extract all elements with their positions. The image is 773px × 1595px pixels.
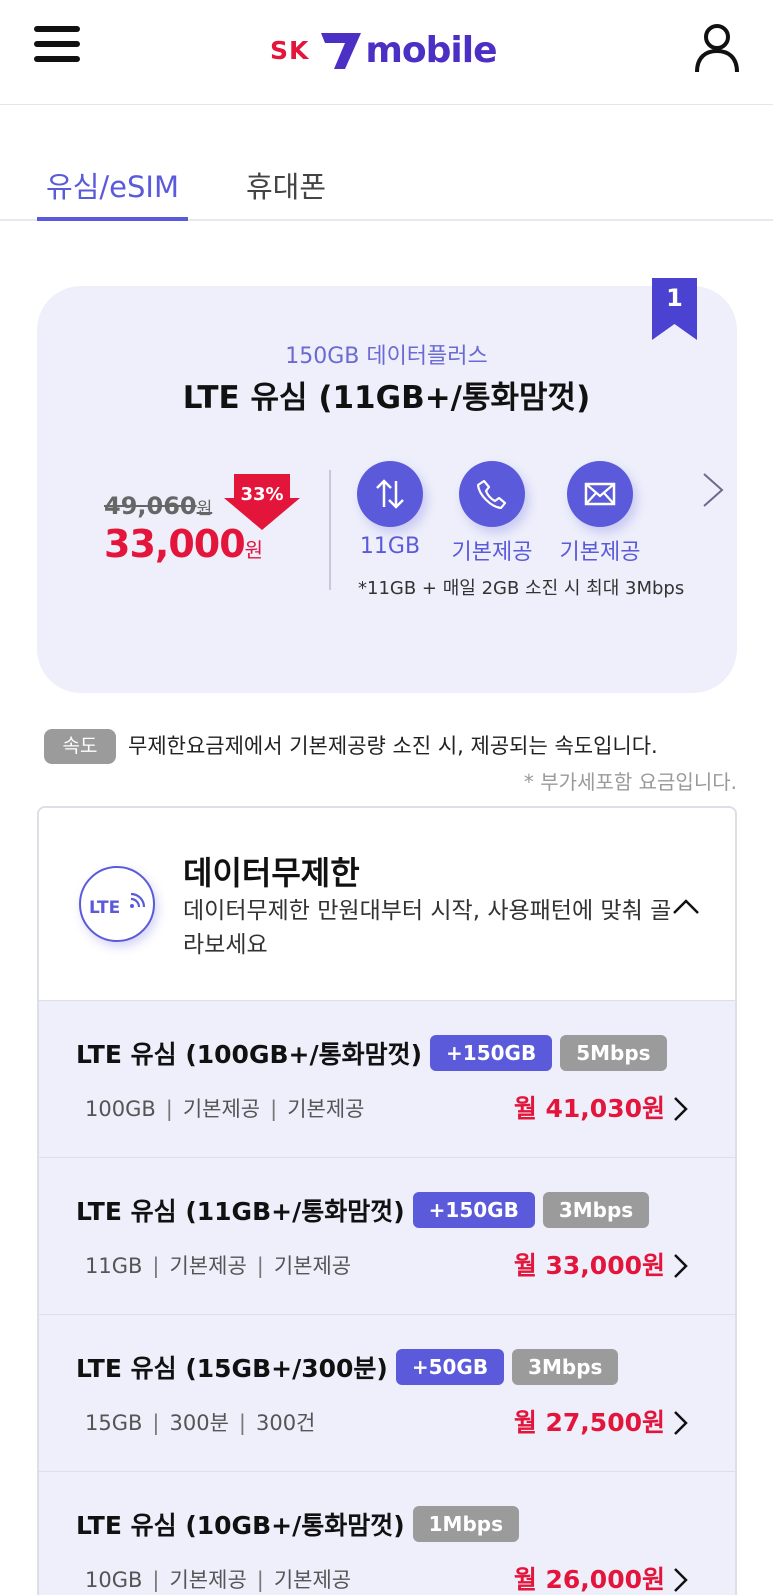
featured-subtitle: 150GB 데이터플러스	[285, 344, 488, 369]
chevron-right-icon[interactable]	[700, 470, 726, 510]
plan-sms: 300건	[255, 1411, 316, 1435]
category-description: 데이터무제한 만원대부터 시작, 사용패턴에 맞춰 골라보세요	[183, 898, 672, 958]
plan-data: 100GB	[85, 1097, 156, 1121]
plan-name: LTE 유심 (10GB+/통화맘껏)	[76, 1511, 405, 1540]
original-price-unit: 원	[196, 499, 213, 519]
plan-name: LTE 유심 (11GB+/통화맘껏)	[76, 1197, 405, 1226]
plan-voice: 300분	[169, 1411, 229, 1435]
app-header: SK mobile	[0, 0, 773, 105]
lte-icon: LTE	[79, 866, 155, 942]
discount-rate: 33%	[240, 484, 284, 505]
user-icon[interactable]	[694, 22, 740, 74]
plan-specs: 100GB | 기본제공 | 기본제공	[85, 1097, 365, 1121]
plan-price: 월 33,000원	[513, 1251, 665, 1280]
plan-price: 월 27,500원	[513, 1408, 665, 1437]
sk-7mobile-logo[interactable]: SK mobile	[270, 28, 498, 72]
plan-list: LTE 데이터무제한 데이터무제한 만원대부터 시작, 사용패턴에 맞춰 골라보…	[37, 806, 737, 1595]
chevron-right-icon[interactable]	[672, 1409, 690, 1437]
plan-row[interactable]: LTE 유심 (11GB+/통화맘껏) +150GB 3Mbps 11GB | 기본…	[39, 1158, 735, 1315]
logo-sk-text: SK	[270, 35, 310, 65]
chevron-right-icon[interactable]	[672, 1252, 690, 1280]
plan-data: 15GB	[85, 1411, 143, 1435]
plan-price: 월 41,030원	[513, 1094, 665, 1123]
original-price-value: 49,060	[104, 492, 197, 520]
plan-tag-speed: 5Mbps	[560, 1035, 667, 1071]
chevron-right-icon[interactable]	[672, 1095, 690, 1123]
plan-specs: 10GB | 기본제공 | 기본제공	[85, 1568, 352, 1592]
plan-tag-bonus: +150GB	[412, 1192, 535, 1228]
plan-tag-speed: 3Mbps	[542, 1192, 650, 1228]
featured-title: LTE 유심 (11GB+/통화맘껏)	[182, 380, 591, 416]
plan-row[interactable]: LTE 유심 (10GB+/통화맘껏) 1Mbps 10GB | 기본제공 | 기본제공…	[39, 1472, 735, 1595]
speed-note-text: 무제한요금제에서 기본제공량 소진 시, 제공되는 속도입니다.	[128, 734, 658, 758]
plan-name-wrap: LTE 유심 (10GB+/통화맘껏) 1Mbps	[76, 1506, 519, 1542]
feature-data-label: 11GB	[359, 534, 421, 559]
vat-note: * 부가세포함 요금입니다.	[523, 770, 737, 794]
tab-phone[interactable]: 휴대폰	[246, 164, 326, 206]
plan-tag-speed: 3Mbps	[512, 1349, 619, 1385]
tab-usim-esim[interactable]: 유심/eSIM	[37, 164, 188, 221]
plan-tag-speed: 1Mbps	[412, 1506, 519, 1542]
chevron-up-icon[interactable]	[671, 896, 701, 916]
plan-row[interactable]: LTE 유심 (15GB+/300분) +50GB 3Mbps 15GB | 300…	[39, 1315, 735, 1472]
speed-badge: 속도	[44, 729, 116, 764]
discounted-price-value: 33,000	[104, 522, 246, 566]
rank-number: 1	[666, 284, 683, 312]
original-price: 49,060원	[104, 492, 212, 520]
plan-tag-bonus: +50GB	[395, 1349, 505, 1385]
plan-name-wrap: LTE 유심 (100GB+/통화맘껏) +150GB 5Mbps	[76, 1035, 667, 1071]
plan-data: 10GB	[85, 1568, 143, 1592]
plan-price: 월 26,000원	[513, 1565, 665, 1594]
plan-sms: 기본제공	[273, 1568, 352, 1592]
lte-icon-text: LTE	[89, 898, 120, 918]
plan-name-wrap: LTE 유심 (15GB+/300분) +50GB 3Mbps	[76, 1349, 619, 1385]
plan-voice: 기본제공	[182, 1097, 261, 1121]
menu-icon[interactable]	[34, 26, 80, 70]
plan-tag-bonus: +150GB	[430, 1035, 553, 1071]
plan-data: 11GB	[85, 1254, 143, 1278]
plan-row[interactable]: LTE 유심 (100GB+/통화맘껏) +150GB 5Mbps 100GB |…	[39, 1001, 735, 1158]
discounted-price: 33,000원	[104, 522, 263, 566]
plan-voice: 기본제공	[169, 1568, 247, 1592]
plan-specs: 11GB | 기본제공 | 기본제공	[85, 1254, 352, 1278]
feature-sms-label: 기본제공	[559, 540, 641, 565]
plan-specs: 15GB | 300분 | 300건	[85, 1411, 316, 1435]
chevron-right-icon[interactable]	[672, 1566, 690, 1594]
plan-sms: 기본제공	[273, 1254, 352, 1278]
category-header[interactable]: LTE 데이터무제한 데이터무제한 만원대부터 시작, 사용패턴에 맞춰 골라보…	[39, 808, 735, 1001]
discounted-price-unit: 원	[244, 538, 264, 562]
plan-name: LTE 유심 (100GB+/통화맘껏)	[76, 1040, 423, 1069]
mail-icon	[567, 461, 633, 527]
feature-voice-label: 기본제공	[451, 540, 533, 565]
featured-note: *11GB + 매일 2GB 소진 시 최대 3Mbps	[358, 578, 685, 599]
tab-bar: 유심/eSIM 휴대폰	[0, 150, 773, 221]
data-arrows-icon	[357, 461, 423, 527]
logo-mobile-text: mobile	[365, 29, 497, 71]
plan-name: LTE 유심 (15GB+/300분)	[76, 1354, 388, 1383]
plan-name-wrap: LTE 유심 (11GB+/통화맘껏) +150GB 3Mbps	[76, 1192, 650, 1228]
category-title: 데이터무제한	[183, 854, 360, 892]
divider	[329, 470, 331, 590]
phone-icon	[459, 461, 525, 527]
plan-sms: 기본제공	[287, 1097, 365, 1121]
logo-seven-mark	[321, 33, 362, 69]
plan-voice: 기본제공	[169, 1254, 247, 1278]
